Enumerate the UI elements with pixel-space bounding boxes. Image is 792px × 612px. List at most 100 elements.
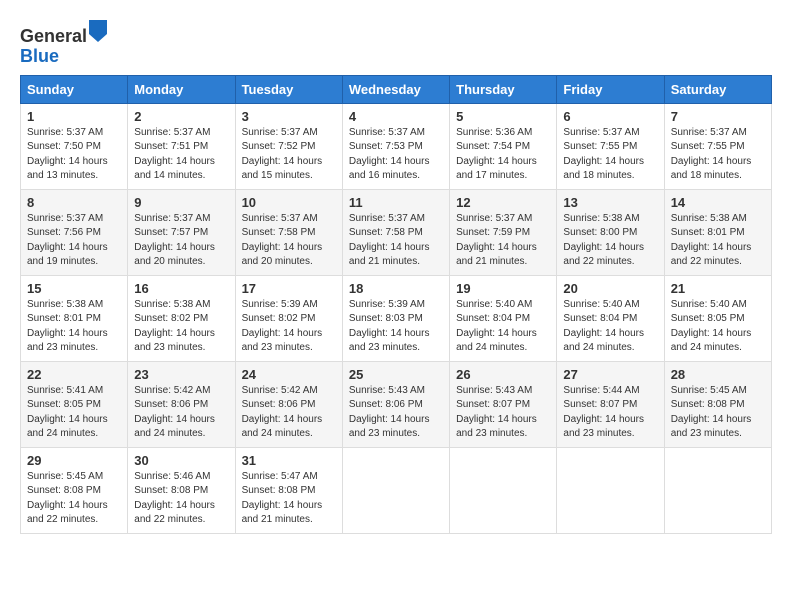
day-number: 11 — [349, 195, 443, 210]
day-number: 12 — [456, 195, 550, 210]
day-info: Sunrise: 5:38 AM Sunset: 8:02 PM Dayligh… — [134, 298, 228, 356]
day-number: 3 — [242, 109, 336, 124]
day-cell-16: 16 Sunrise: 5:38 AM Sunset: 8:02 PM Dayli… — [128, 275, 235, 361]
week-row-4: 22 Sunrise: 5:41 AM Sunset: 8:05 PM Dayli… — [21, 361, 772, 447]
day-number: 23 — [134, 367, 228, 382]
day-cell-18: 18 Sunrise: 5:39 AM Sunset: 8:03 PM Dayli… — [342, 275, 449, 361]
week-row-2: 8 Sunrise: 5:37 AM Sunset: 7:56 PM Daylig… — [21, 189, 772, 275]
weekday-sunday: Sunday — [21, 75, 128, 103]
day-info: Sunrise: 5:43 AM Sunset: 8:06 PM Dayligh… — [349, 384, 443, 442]
day-info: Sunrise: 5:37 AM Sunset: 7:52 PM Dayligh… — [242, 126, 336, 184]
day-number: 18 — [349, 281, 443, 296]
day-cell-30: 30 Sunrise: 5:46 AM Sunset: 8:08 PM Dayli… — [128, 447, 235, 533]
day-cell-10: 10 Sunrise: 5:37 AM Sunset: 7:58 PM Dayli… — [235, 189, 342, 275]
day-number: 6 — [563, 109, 657, 124]
day-cell-23: 23 Sunrise: 5:42 AM Sunset: 8:06 PM Dayli… — [128, 361, 235, 447]
day-cell-6: 6Sunrise: 5:37 AM Sunset: 7:55 PM Daylig… — [557, 103, 664, 189]
day-cell-28: 28 Sunrise: 5:45 AM Sunset: 8:08 PM Dayli… — [664, 361, 771, 447]
logo-icon — [89, 20, 107, 42]
day-info: Sunrise: 5:45 AM Sunset: 8:08 PM Dayligh… — [671, 384, 765, 442]
weekday-saturday: Saturday — [664, 75, 771, 103]
logo: General Blue — [20, 20, 107, 67]
day-number: 10 — [242, 195, 336, 210]
day-number: 9 — [134, 195, 228, 210]
day-number: 2 — [134, 109, 228, 124]
day-number: 16 — [134, 281, 228, 296]
day-number: 27 — [563, 367, 657, 382]
day-info: Sunrise: 5:36 AM Sunset: 7:54 PM Dayligh… — [456, 126, 550, 184]
day-info: Sunrise: 5:37 AM Sunset: 7:55 PM Dayligh… — [671, 126, 765, 184]
weekday-wednesday: Wednesday — [342, 75, 449, 103]
day-cell-11: 11 Sunrise: 5:37 AM Sunset: 7:58 PM Dayli… — [342, 189, 449, 275]
day-number: 28 — [671, 367, 765, 382]
day-info: Sunrise: 5:40 AM Sunset: 8:05 PM Dayligh… — [671, 298, 765, 356]
day-cell-31: 31 Sunrise: 5:47 AM Sunset: 8:08 PM Dayli… — [235, 447, 342, 533]
day-cell-19: 19 Sunrise: 5:40 AM Sunset: 8:04 PM Dayli… — [450, 275, 557, 361]
empty-cell — [342, 447, 449, 533]
day-info: Sunrise: 5:37 AM Sunset: 7:51 PM Dayligh… — [134, 126, 228, 184]
day-cell-25: 25 Sunrise: 5:43 AM Sunset: 8:06 PM Dayli… — [342, 361, 449, 447]
empty-cell — [557, 447, 664, 533]
day-info: Sunrise: 5:41 AM Sunset: 8:05 PM Dayligh… — [27, 384, 121, 442]
weekday-tuesday: Tuesday — [235, 75, 342, 103]
day-number: 25 — [349, 367, 443, 382]
day-info: Sunrise: 5:45 AM Sunset: 8:08 PM Dayligh… — [27, 470, 121, 528]
day-number: 8 — [27, 195, 121, 210]
day-number: 24 — [242, 367, 336, 382]
day-cell-3: 3 Sunrise: 5:37 AM Sunset: 7:52 PM Daylig… — [235, 103, 342, 189]
day-number: 19 — [456, 281, 550, 296]
day-cell-2: 2 Sunrise: 5:37 AM Sunset: 7:51 PM Daylig… — [128, 103, 235, 189]
day-number: 31 — [242, 453, 336, 468]
day-number: 21 — [671, 281, 765, 296]
day-cell-13: 13Sunrise: 5:38 AM Sunset: 8:00 PM Dayli… — [557, 189, 664, 275]
weekday-monday: Monday — [128, 75, 235, 103]
day-cell-5: 5Sunrise: 5:36 AM Sunset: 7:54 PM Daylig… — [450, 103, 557, 189]
day-info: Sunrise: 5:37 AM Sunset: 7:53 PM Dayligh… — [349, 126, 443, 184]
week-row-1: 1 Sunrise: 5:37 AM Sunset: 7:50 PM Daylig… — [21, 103, 772, 189]
page-header: General Blue — [20, 16, 772, 67]
day-cell-17: 17Sunrise: 5:39 AM Sunset: 8:02 PM Dayli… — [235, 275, 342, 361]
day-number: 4 — [349, 109, 443, 124]
day-number: 22 — [27, 367, 121, 382]
empty-cell — [664, 447, 771, 533]
day-info: Sunrise: 5:37 AM Sunset: 7:57 PM Dayligh… — [134, 212, 228, 270]
calendar-body: 1 Sunrise: 5:37 AM Sunset: 7:50 PM Daylig… — [21, 103, 772, 533]
week-row-5: 29 Sunrise: 5:45 AM Sunset: 8:08 PM Dayli… — [21, 447, 772, 533]
day-info: Sunrise: 5:37 AM Sunset: 7:50 PM Dayligh… — [27, 126, 121, 184]
day-info: Sunrise: 5:42 AM Sunset: 8:06 PM Dayligh… — [134, 384, 228, 442]
day-info: Sunrise: 5:40 AM Sunset: 8:04 PM Dayligh… — [563, 298, 657, 356]
day-number: 29 — [27, 453, 121, 468]
day-info: Sunrise: 5:39 AM Sunset: 8:03 PM Dayligh… — [349, 298, 443, 356]
day-number: 20 — [563, 281, 657, 296]
day-cell-27: 27 Sunrise: 5:44 AM Sunset: 8:07 PM Dayli… — [557, 361, 664, 447]
day-info: Sunrise: 5:37 AM Sunset: 7:56 PM Dayligh… — [27, 212, 121, 270]
weekday-header-row: SundayMondayTuesdayWednesdayThursdayFrid… — [21, 75, 772, 103]
day-number: 30 — [134, 453, 228, 468]
empty-cell — [450, 447, 557, 533]
day-cell-9: 9 Sunrise: 5:37 AM Sunset: 7:57 PM Daylig… — [128, 189, 235, 275]
day-cell-4: 4 Sunrise: 5:37 AM Sunset: 7:53 PM Daylig… — [342, 103, 449, 189]
day-info: Sunrise: 5:46 AM Sunset: 8:08 PM Dayligh… — [134, 470, 228, 528]
logo-general: General — [20, 26, 87, 46]
day-cell-29: 29 Sunrise: 5:45 AM Sunset: 8:08 PM Dayli… — [21, 447, 128, 533]
day-cell-8: 8 Sunrise: 5:37 AM Sunset: 7:56 PM Daylig… — [21, 189, 128, 275]
day-info: Sunrise: 5:47 AM Sunset: 8:08 PM Dayligh… — [242, 470, 336, 528]
day-cell-21: 21 Sunrise: 5:40 AM Sunset: 8:05 PM Dayli… — [664, 275, 771, 361]
day-number: 15 — [27, 281, 121, 296]
day-info: Sunrise: 5:37 AM Sunset: 7:58 PM Dayligh… — [242, 212, 336, 270]
day-info: Sunrise: 5:44 AM Sunset: 8:07 PM Dayligh… — [563, 384, 657, 442]
day-info: Sunrise: 5:40 AM Sunset: 8:04 PM Dayligh… — [456, 298, 550, 356]
day-number: 1 — [27, 109, 121, 124]
day-info: Sunrise: 5:38 AM Sunset: 8:01 PM Dayligh… — [27, 298, 121, 356]
weekday-thursday: Thursday — [450, 75, 557, 103]
day-number: 14 — [671, 195, 765, 210]
day-info: Sunrise: 5:42 AM Sunset: 8:06 PM Dayligh… — [242, 384, 336, 442]
day-info: Sunrise: 5:37 AM Sunset: 7:58 PM Dayligh… — [349, 212, 443, 270]
day-number: 7 — [671, 109, 765, 124]
day-cell-24: 24 Sunrise: 5:42 AM Sunset: 8:06 PM Dayli… — [235, 361, 342, 447]
day-info: Sunrise: 5:43 AM Sunset: 8:07 PM Dayligh… — [456, 384, 550, 442]
day-cell-12: 12Sunrise: 5:37 AM Sunset: 7:59 PM Dayli… — [450, 189, 557, 275]
day-cell-15: 15 Sunrise: 5:38 AM Sunset: 8:01 PM Dayli… — [21, 275, 128, 361]
day-info: Sunrise: 5:38 AM Sunset: 8:00 PM Dayligh… — [563, 212, 657, 270]
day-cell-20: 20 Sunrise: 5:40 AM Sunset: 8:04 PM Dayli… — [557, 275, 664, 361]
